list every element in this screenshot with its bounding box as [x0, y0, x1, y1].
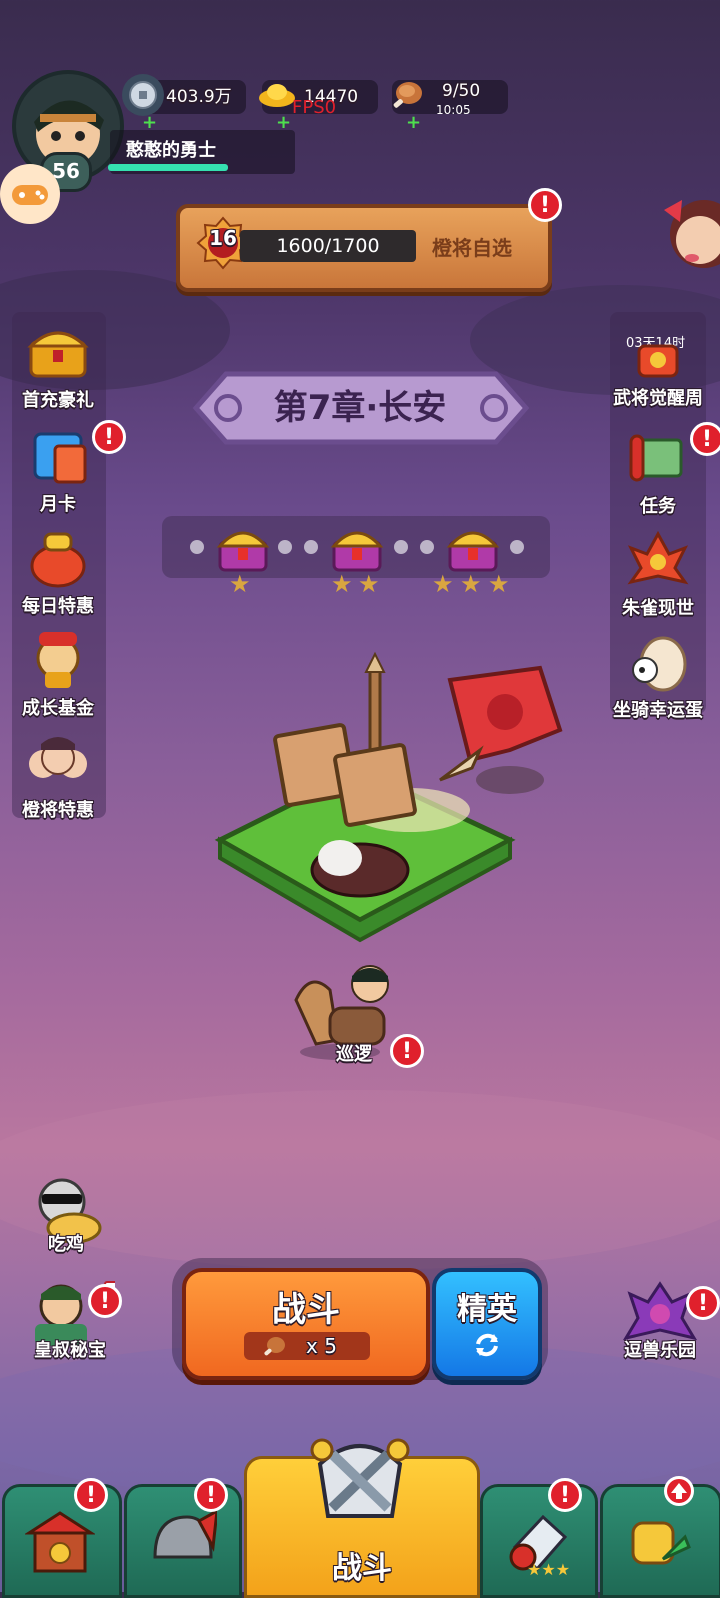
stamina-timer: 10:05	[436, 103, 471, 117]
quests-label: 任务	[640, 496, 676, 517]
upgrade-arrow-icon	[664, 1476, 694, 1506]
progress-dot	[304, 540, 318, 554]
rank-reward-label[interactable]: 橙将自选	[432, 232, 512, 261]
elite-label: 精英	[457, 1292, 517, 1327]
fund-character-icon	[36, 632, 80, 688]
experience-bar	[108, 164, 228, 171]
silver-amount: 403.9万	[166, 87, 232, 107]
patrol-label[interactable]: 巡逻	[336, 1040, 372, 1066]
uncle-treasure-label: 皇叔秘宝	[34, 1340, 106, 1361]
progress-dot	[420, 540, 434, 554]
fps-counter: FPS0	[292, 97, 337, 118]
treasure-chest-icon	[27, 331, 89, 378]
beast-park-alert-badge: !	[686, 1286, 720, 1320]
progress-dot	[190, 540, 204, 554]
chest-2-star-icon[interactable]	[328, 520, 386, 576]
patrol-alert-badge: !	[390, 1034, 424, 1068]
first-recharge-gift[interactable]: 首充豪礼	[10, 320, 106, 412]
calendar-icon	[33, 432, 87, 484]
upgrade-fist-icon	[631, 1521, 691, 1565]
fight-label: 战斗	[272, 1290, 340, 1330]
daily-deal[interactable]: 每日特惠	[10, 526, 106, 618]
fight-cost: x 5	[306, 1334, 337, 1358]
quests-alert-badge: !	[690, 422, 720, 456]
egg-icon	[632, 636, 687, 692]
helmet-icon	[153, 1509, 217, 1559]
mount-lucky-egg[interactable]: 坐骑幸运蛋	[610, 630, 706, 722]
orange-general-deal[interactable]: 橙将特惠	[10, 730, 106, 822]
chest-3-star-icon[interactable]	[444, 520, 502, 576]
nav-tab-upgrade[interactable]	[600, 1484, 720, 1598]
add-stamina-icon[interactable]: +	[406, 106, 421, 140]
scroll-icon	[629, 434, 683, 482]
progress-dot	[394, 540, 408, 554]
general-awakening-week[interactable]: 武将觉醒周	[610, 340, 706, 410]
uncle-treasure-alert-badge: !	[88, 1284, 122, 1318]
vermilion-bird[interactable]: 朱雀现世	[610, 528, 706, 620]
gold-resource[interactable]: + 14470 FPS0	[259, 80, 378, 133]
svg-text:★★★: ★★★	[527, 1560, 570, 1577]
monthly-card-alert-badge: !	[92, 420, 126, 454]
npc-girl-portrait[interactable]	[654, 188, 720, 278]
star-icon: ★	[229, 570, 251, 598]
first-recharge-label: 首充豪礼	[22, 390, 94, 411]
gift-bag-icon	[30, 532, 86, 588]
generals-alert-badge: !	[194, 1478, 228, 1512]
orange-general-deal-label: 橙将特惠	[22, 800, 94, 821]
phoenix-icon	[627, 530, 689, 585]
elite-button[interactable]: 精英	[432, 1268, 542, 1380]
monthly-card-label: 月卡	[40, 494, 76, 515]
player-name: 憨憨的勇士	[126, 140, 216, 161]
stamina-resource[interactable]: + 9/50 10:05	[392, 80, 508, 133]
meat-icon	[264, 1337, 285, 1356]
star-icon: ★	[488, 570, 510, 598]
chest-1-star-icon[interactable]	[214, 520, 272, 576]
mount-lucky-egg-label: 坐骑幸运蛋	[613, 700, 703, 721]
gamepad-icon[interactable]	[0, 164, 60, 224]
rank-progress: 1600/1700	[240, 230, 416, 262]
daily-deal-label: 每日特惠	[22, 596, 94, 617]
growth-fund-label: 成长基金	[22, 698, 94, 719]
city-gate-icon	[25, 1511, 95, 1573]
beast-park-label: 逗兽乐园	[624, 1340, 696, 1361]
star-icon: ★	[331, 570, 353, 598]
nav-battle-label: 战斗	[332, 1551, 392, 1586]
star-icon: ★	[432, 570, 454, 598]
equipment-alert-badge: !	[548, 1478, 582, 1512]
fight-button[interactable]: 战斗 x 5	[182, 1268, 430, 1380]
city-alert-badge: !	[74, 1478, 108, 1512]
chapter-title: 第7章·长安	[273, 388, 447, 428]
awakening-icon	[637, 344, 679, 378]
chicken-event[interactable]: 吃鸡	[18, 1172, 114, 1256]
progress-dot	[278, 540, 292, 554]
star-icon: ★	[358, 570, 380, 598]
crossed-swords-icon	[310, 1438, 410, 1518]
battle-stage-scene[interactable]	[210, 650, 590, 950]
growth-fund[interactable]: 成长基金	[10, 628, 106, 720]
gear-armor-icon: ★★★	[509, 1514, 570, 1577]
progress-dot	[510, 540, 524, 554]
refresh-icon	[476, 1333, 498, 1357]
banner-alert-badge: !	[528, 188, 562, 222]
fight-cost-box: x 5	[244, 1332, 370, 1360]
general-group-icon	[29, 737, 87, 778]
star-icon: ★	[460, 570, 482, 598]
vermilion-bird-label: 朱雀现世	[622, 598, 694, 619]
awakening-week-label: 武将觉醒周	[613, 388, 703, 409]
silver-resource[interactable]: + 403.9万	[122, 74, 246, 133]
